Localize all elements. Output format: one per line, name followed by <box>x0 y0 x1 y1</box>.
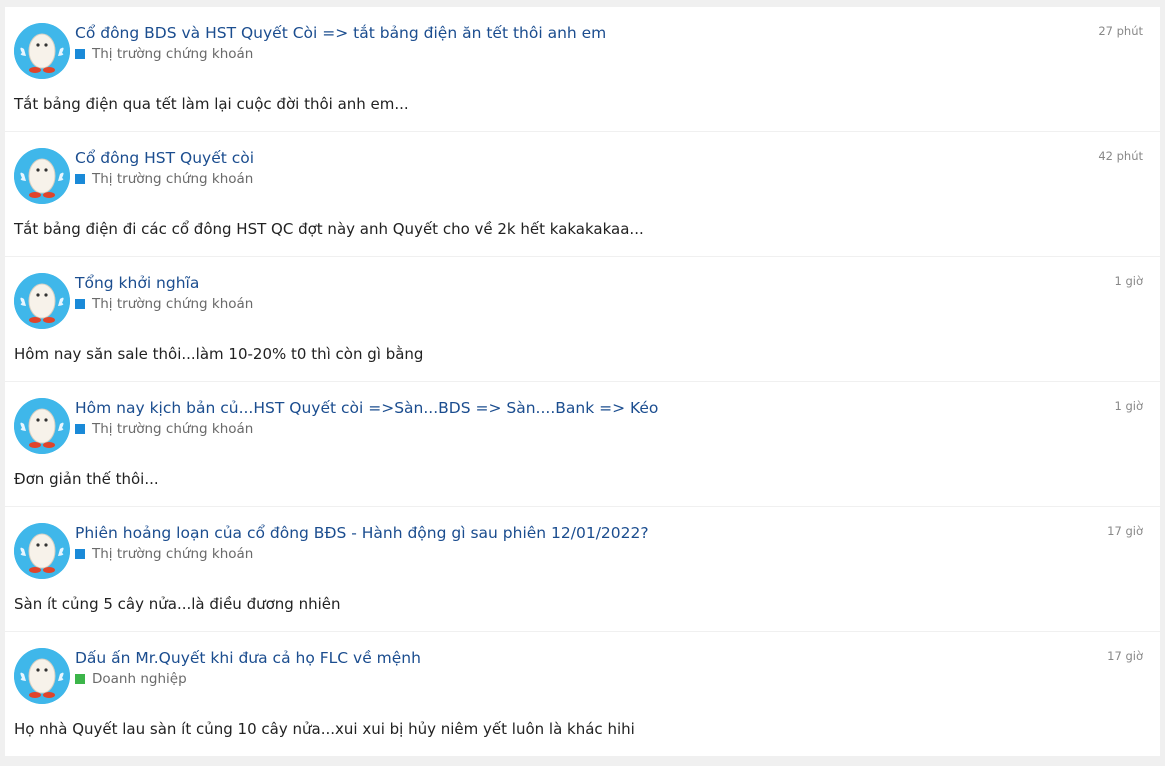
post-time: 27 phút <box>1098 24 1143 38</box>
category-label: Thị trường chứng khoán <box>92 46 254 62</box>
category-label: Thị trường chứng khoán <box>92 296 254 312</box>
post-time: 1 giờ <box>1114 274 1143 288</box>
post-category[interactable]: Thị trường chứng khoán <box>75 295 253 313</box>
post-time: 1 giờ <box>1114 399 1143 413</box>
category-square-icon <box>75 549 85 559</box>
post-time: 17 giờ <box>1107 649 1143 663</box>
post-item: Tổng khởi nghĩa Thị trường chứng khoán 1… <box>5 257 1160 381</box>
post-snippet: Họ nhà Quyết lau sàn ít củng 10 cây nửa.… <box>14 720 635 738</box>
category-label: Thị trường chứng khoán <box>92 421 254 437</box>
post-category[interactable]: Thị trường chứng khoán <box>75 45 253 63</box>
category-label: Doanh nghiệp <box>92 671 187 687</box>
post-category[interactable]: Thị trường chứng khoán <box>75 420 253 438</box>
post-title-link[interactable]: Tổng khởi nghĩa <box>75 273 199 294</box>
post-time: 17 giờ <box>1107 524 1143 538</box>
post-snippet: Đơn giản thế thôi... <box>14 470 159 488</box>
post-category[interactable]: Thị trường chứng khoán <box>75 170 253 188</box>
post-item: Cổ đông HST Quyết còi Thị trường chứng k… <box>5 132 1160 256</box>
post-category[interactable]: Thị trường chứng khoán <box>75 545 253 563</box>
post-snippet: Tắt bảng điện đi các cổ đông HST QC đợt … <box>14 220 644 238</box>
egg-avatar-icon[interactable] <box>14 398 70 454</box>
post-time: 42 phút <box>1098 149 1143 163</box>
post-item: Phiên hoảng loạn của cổ đông BĐS - Hành … <box>5 507 1160 631</box>
category-label: Thị trường chứng khoán <box>92 546 254 562</box>
category-square-icon <box>75 299 85 309</box>
category-label: Thị trường chứng khoán <box>92 171 254 187</box>
category-square-icon <box>75 174 85 184</box>
egg-avatar-icon[interactable] <box>14 648 70 704</box>
post-snippet: Hôm nay săn sale thôi...làm 10-20% t0 th… <box>14 345 424 363</box>
post-category[interactable]: Doanh nghiệp <box>75 670 187 688</box>
post-snippet: Sàn ít củng 5 cây nửa...là điều đương nh… <box>14 595 341 613</box>
post-title-link[interactable]: Cổ đông HST Quyết còi <box>75 148 254 169</box>
post-title-link[interactable]: Phiên hoảng loạn của cổ đông BĐS - Hành … <box>75 523 649 544</box>
egg-avatar-icon[interactable] <box>14 273 70 329</box>
egg-avatar-icon[interactable] <box>14 148 70 204</box>
post-item: Cổ đông BDS và HST Quyết Còi => tắt bảng… <box>5 7 1160 131</box>
egg-avatar-icon[interactable] <box>14 23 70 79</box>
post-snippet: Tắt bảng điện qua tết làm lại cuộc đời t… <box>14 95 409 113</box>
post-feed: Cổ đông BDS và HST Quyết Còi => tắt bảng… <box>5 7 1160 757</box>
post-item: Dấu ấn Mr.Quyết khi đưa cả họ FLC về mện… <box>5 632 1160 756</box>
category-square-icon <box>75 674 85 684</box>
post-title-link[interactable]: Cổ đông BDS và HST Quyết Còi => tắt bảng… <box>75 23 606 44</box>
post-title-link[interactable]: Hôm nay kịch bản củ...HST Quyết còi =>Sà… <box>75 398 658 419</box>
category-square-icon <box>75 49 85 59</box>
egg-avatar-icon[interactable] <box>14 523 70 579</box>
post-item: Hôm nay kịch bản củ...HST Quyết còi =>Sà… <box>5 382 1160 506</box>
category-square-icon <box>75 424 85 434</box>
post-title-link[interactable]: Dấu ấn Mr.Quyết khi đưa cả họ FLC về mện… <box>75 648 421 669</box>
